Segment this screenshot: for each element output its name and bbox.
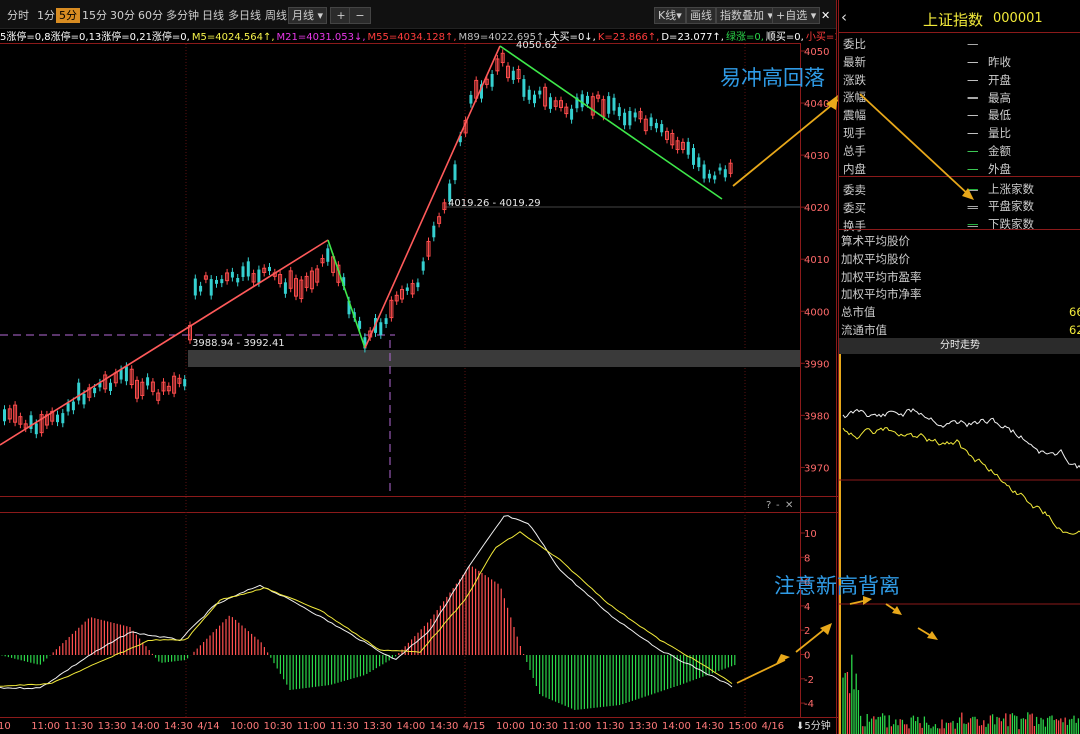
candlesticks: [3, 49, 733, 439]
time-tick: 11:30: [596, 721, 625, 732]
range-label-mid: 4019.26 - 4019.29: [448, 198, 541, 209]
price-tick: 4050: [804, 47, 829, 58]
macd-tick: 2: [804, 626, 810, 637]
annotation-overlay: [849, 93, 974, 640]
minimize-icon[interactable]: -: [776, 500, 780, 511]
time-tick: 4/14: [197, 721, 219, 732]
price-tick: 4000: [804, 307, 829, 318]
price-tick: 3990: [804, 359, 829, 370]
macd-tick: -2: [804, 675, 814, 686]
macd-axis: 1086420-2-4: [800, 529, 817, 710]
macd-tick: 4: [804, 602, 810, 613]
price-tick: 4010: [804, 255, 829, 266]
macd-tick: 10: [804, 529, 817, 540]
time-tick: 13:30: [98, 721, 127, 732]
price-tick: 4040: [804, 99, 829, 110]
time-tick: 10:00: [496, 721, 525, 732]
time-tick: 14:00: [131, 721, 160, 732]
kline-chart[interactable]: 405040404030402040104000399039803970 108…: [0, 0, 838, 734]
trendline-down-1: [327, 239, 366, 349]
time-tick: 15:00: [728, 721, 757, 732]
macd-tick: 8: [804, 553, 810, 564]
time-axis: 10 11:00 11:30 13:30 14:00 14:30 4/14 10:00 10:3…: [0, 721, 784, 732]
price-tick: 4030: [804, 151, 829, 162]
period-select-button[interactable]: ⬇5分钟: [796, 719, 831, 732]
close-icon[interactable]: ✕: [785, 500, 793, 511]
high-label: 4050.62: [516, 40, 557, 51]
price-tick: 3980: [804, 411, 829, 422]
annotation-pullback: 易冲高回落: [720, 66, 825, 90]
trendline-down-2: [499, 45, 723, 200]
range-label-low: 3988.94 - 3992.41: [192, 338, 285, 349]
time-tick: 14:00: [396, 721, 425, 732]
time-tick: 4/16: [762, 721, 784, 732]
annotation-arrow-1: [736, 659, 786, 684]
time-tick: 11:00: [31, 721, 60, 732]
price-tick: 4020: [804, 203, 829, 214]
price-tick: 3970: [804, 463, 829, 474]
time-tick: 14:30: [430, 721, 459, 732]
time-tick: 10:30: [264, 721, 293, 732]
time-tick: 10:30: [529, 721, 558, 732]
time-tick: 14:30: [164, 721, 193, 732]
range-band: [188, 350, 800, 367]
annotation-arrow-up: [732, 99, 838, 187]
time-tick: 11:30: [64, 721, 93, 732]
help-icon[interactable]: ?: [766, 500, 771, 511]
macd-histogram: [1, 566, 736, 710]
time-tick: 13:30: [363, 721, 392, 732]
time-tick: 10:00: [230, 721, 259, 732]
macd-tick: -4: [804, 699, 814, 710]
time-tick: 11:00: [562, 721, 591, 732]
time-tick: 4/15: [463, 721, 485, 732]
time-tick: 14:00: [662, 721, 691, 732]
time-tick: 14:30: [695, 721, 724, 732]
macd-tick: 0: [804, 651, 810, 662]
time-tick: 10: [0, 721, 11, 732]
time-tick: 11:00: [297, 721, 326, 732]
time-tick: 11:30: [330, 721, 359, 732]
time-tick: 13:30: [629, 721, 658, 732]
trendline-up-2: [364, 45, 501, 349]
